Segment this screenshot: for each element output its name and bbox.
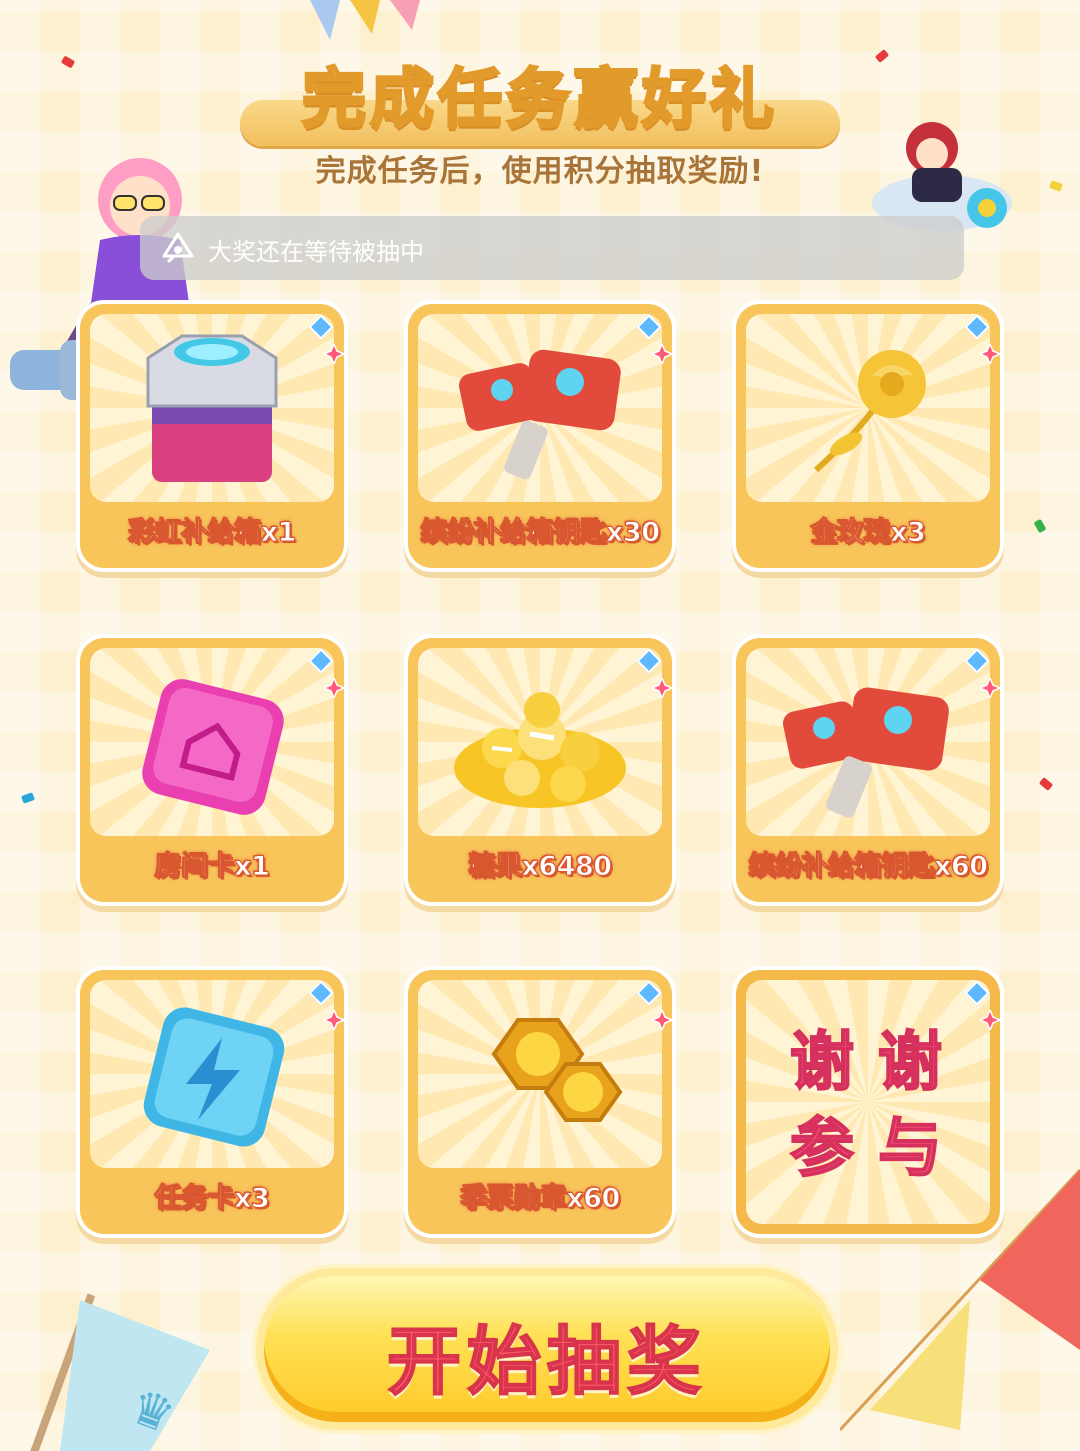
candy-pile-icon	[454, 692, 626, 808]
prize-image-area	[746, 314, 990, 502]
prize-image-area	[90, 980, 334, 1168]
golden-rose-icon	[813, 350, 926, 473]
notice-bar: 大奖还在等待被抽中	[140, 216, 964, 280]
sparkle-icon	[324, 678, 344, 698]
start-draw-label: 开始抽奖	[386, 1318, 707, 1406]
flag-bottom-left-decoration: ♛	[29, 1293, 210, 1451]
prize-card[interactable]: 缤纷补给箱钥匙x60	[736, 638, 1000, 902]
prize-label: 彩虹补给箱x1	[128, 517, 297, 549]
thanks-text: 谢谢 参与	[746, 1020, 990, 1192]
sparkle-icon	[652, 344, 672, 364]
thanks-card[interactable]: 谢谢 参与	[736, 970, 1000, 1234]
prize-card[interactable]: 缤纷补给箱钥匙x30	[408, 304, 672, 568]
prize-label: 金玫瑰x3	[810, 517, 926, 549]
page-subtitle: 完成任务后，使用积分抽取奖励!	[315, 154, 765, 189]
prize-image-area	[418, 314, 662, 502]
thanks-line-1: 谢谢	[789, 1025, 966, 1101]
prize-image-area	[418, 648, 662, 836]
prize-image-area: 谢谢 参与	[746, 980, 990, 1224]
prize-label: 缤纷补给箱钥匙x30	[420, 517, 661, 549]
prize-image-area	[90, 648, 334, 836]
supply-key-icon	[782, 687, 949, 818]
season-medal-icon	[491, 1018, 623, 1122]
prize-label: 季票勋章x60	[460, 1183, 621, 1215]
sparkle-icon	[324, 1010, 344, 1030]
task-card-icon	[143, 1007, 285, 1147]
prize-label: 糖果x6480	[468, 851, 613, 883]
prize-image-area	[746, 648, 990, 836]
thanks-line-2: 参与	[789, 1111, 966, 1187]
prize-label: 缤纷补给箱钥匙x60	[748, 851, 989, 883]
sparkle-icon	[652, 678, 672, 698]
rainbow-supply-box-icon	[146, 334, 278, 482]
room-card-icon	[142, 679, 284, 815]
prize-card[interactable]: 季票勋章x60	[408, 970, 672, 1234]
prize-label: 房间卡x1	[154, 851, 270, 883]
sparkle-icon	[980, 1010, 1000, 1030]
prize-card[interactable]: 金玫瑰x3	[736, 304, 1000, 568]
prize-image-area	[90, 314, 334, 502]
notice-text: 大奖还在等待被抽中	[208, 238, 424, 266]
page-title: 完成任务赢好礼	[301, 62, 778, 139]
prize-label: 任务卡x3	[154, 1183, 270, 1215]
prize-image-area	[418, 980, 662, 1168]
prize-card[interactable]: 彩虹补给箱x1	[80, 304, 344, 568]
megaphone-icon	[162, 232, 194, 264]
prize-card[interactable]: 房间卡x1	[80, 638, 344, 902]
prize-card[interactable]: 糖果x6480	[408, 638, 672, 902]
sparkle-icon	[980, 344, 1000, 364]
prize-card[interactable]: 任务卡x3	[80, 970, 344, 1234]
supply-key-icon	[459, 349, 621, 480]
sparkle-icon	[652, 1010, 672, 1030]
sparkle-icon	[980, 678, 1000, 698]
start-draw-button[interactable]: 开始抽奖	[264, 1276, 830, 1422]
sparkle-icon	[324, 344, 344, 364]
